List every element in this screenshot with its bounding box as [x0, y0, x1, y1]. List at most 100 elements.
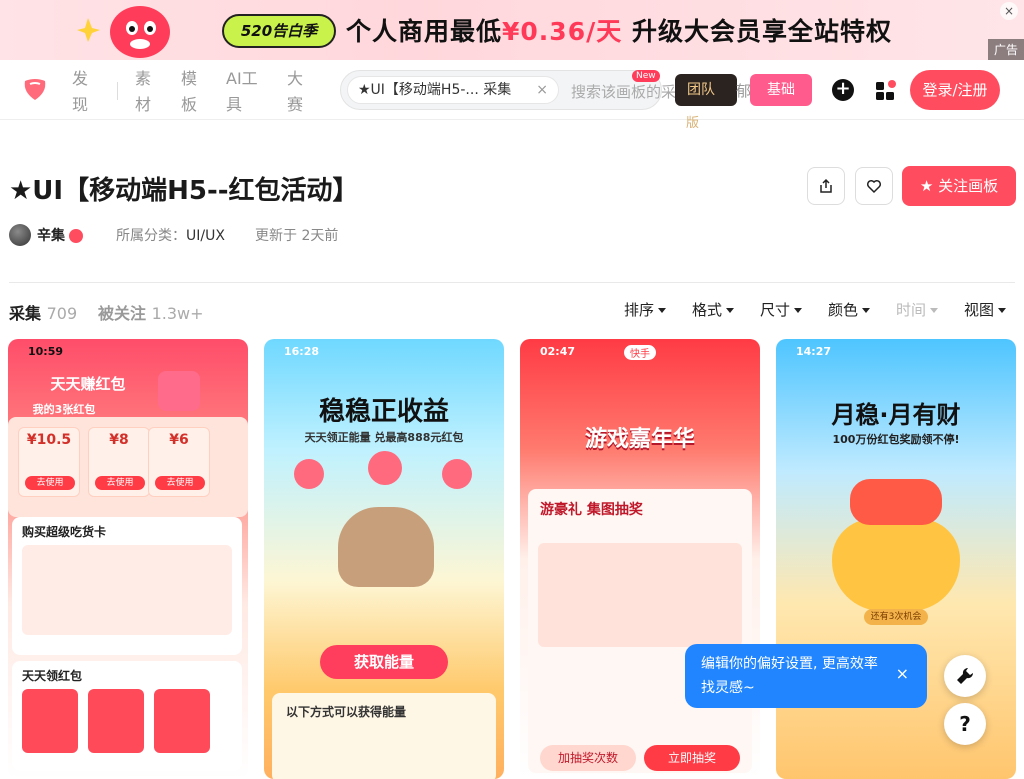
heart-icon	[866, 179, 882, 194]
filter-label: 视图	[964, 301, 995, 319]
search-input[interactable]: 搜索该画板的采集	[571, 81, 691, 102]
redpack-value: ¥8	[109, 432, 129, 448]
new-badge: New	[632, 70, 660, 82]
team-plan-suffix: 郁	[736, 82, 752, 100]
get-energy-button: 获取能量	[320, 645, 448, 679]
filter-color[interactable]: 颜色	[828, 299, 871, 320]
avatar[interactable]	[9, 224, 31, 246]
follow-label: 关注画板	[938, 177, 999, 195]
status-time: 16:28	[284, 345, 320, 358]
pin-card[interactable]: 02:47 快手 游戏嘉年华 游豪礼 集图抽奖 加抽奖次数 立即抽奖	[520, 339, 760, 779]
redpack-item: ¥8 去使用	[88, 427, 150, 497]
login-register-button[interactable]: 登录/注册	[910, 70, 1000, 110]
card-section-title: 以下方式可以获得能量	[286, 705, 407, 719]
pins-count: 709	[46, 304, 78, 323]
author-name[interactable]: 辛集	[37, 224, 65, 248]
apps-grid-icon[interactable]	[875, 79, 897, 101]
wrench-icon	[957, 667, 974, 684]
search-scope-label: ★UI【移动端H5-... 采集	[358, 82, 512, 98]
promo-banner[interactable]: 520告白季 个人商用最低¥0.36/天 升级大会员享全站特权 × 广告	[0, 0, 1024, 60]
filter-label: 颜色	[828, 301, 859, 319]
search-bar[interactable]: ★UI【移动端H5-... 采集 × 搜索该画板的采集 New	[340, 70, 691, 110]
status-time: 10:59	[28, 345, 64, 358]
nav-materials[interactable]: 素材	[135, 66, 159, 118]
banner-price: ¥0.36/天	[502, 17, 623, 46]
category-value[interactable]: UI/UX	[186, 224, 225, 248]
caret-down-icon	[930, 308, 939, 313]
pins-label: 采集	[9, 304, 42, 323]
pin-card[interactable]: 16:28 稳稳正收益 天天领正能量 兑最高888元红包 获取能量 以下方式可以…	[264, 339, 504, 779]
board-title: ★UI【移动端H5--红包活动】	[9, 176, 359, 206]
card-headline: 游戏嘉年华	[584, 427, 695, 452]
chip-close-icon[interactable]: ×	[536, 77, 548, 103]
team-plan-button[interactable]: 团队	[675, 74, 737, 106]
followers-count: 1.3w+	[151, 304, 204, 323]
task-bubble	[442, 459, 472, 489]
banner-close-icon[interactable]: ×	[1000, 2, 1018, 20]
caret-down-icon	[998, 308, 1007, 313]
filter-view[interactable]: 视图	[964, 299, 1007, 320]
puzzle-grid	[538, 543, 742, 647]
chances-badge: 还有3次机会	[864, 609, 928, 625]
updated-time: 更新于 2天前	[255, 228, 339, 244]
nav-ai-tools[interactable]: AI工具	[226, 66, 262, 118]
red-envelope-illustration	[158, 371, 200, 411]
share-button[interactable]	[807, 167, 845, 205]
filter-format[interactable]: 格式	[692, 299, 735, 320]
nav-contest[interactable]: 大赛	[287, 66, 311, 118]
banner-headline-pre: 个人商用最低	[346, 17, 503, 46]
banner-headline-post: 升级大会员享全站特权	[622, 17, 892, 46]
help-icon: ?	[959, 712, 971, 736]
filter-label: 格式	[692, 301, 723, 319]
tools-button[interactable]	[944, 655, 986, 697]
filter-sort[interactable]: 排序	[624, 299, 667, 320]
card-panel: 天天领红包	[12, 661, 242, 771]
logo-icon[interactable]	[22, 76, 48, 102]
filter-size[interactable]: 尺寸	[760, 299, 803, 320]
caret-down-icon	[726, 308, 735, 313]
card-section-title: 天天领红包	[22, 669, 83, 683]
followers-stat[interactable]: 被关注 1.3w+	[98, 300, 204, 324]
add-draws-button: 加抽奖次数	[540, 745, 636, 771]
basic-plan-button[interactable]: 基础	[750, 74, 812, 106]
section-divider	[9, 282, 1015, 283]
help-button[interactable]: ?	[944, 703, 986, 745]
redpack-item: ¥10.5 去使用	[18, 427, 80, 497]
pin-card[interactable]: 10:59 天天赚红包 我的3张红包 ¥10.5 去使用 ¥8 去使用 ¥6 去使用 …	[8, 339, 248, 779]
toast-close-icon[interactable]: ×	[896, 662, 909, 686]
card-section-title: 购买超级吃货卡	[22, 525, 107, 539]
mascot-illustration	[77, 6, 170, 58]
mascot-illustration	[338, 507, 434, 587]
follow-board-button[interactable]: ★ 关注画板	[902, 166, 1016, 206]
redpack-button: 去使用	[25, 476, 75, 490]
caret-down-icon	[658, 308, 667, 313]
card-panel: 购买超级吃货卡	[12, 517, 242, 655]
filter-time: 时间	[896, 299, 939, 320]
redpack-value: ¥10.5	[26, 432, 72, 448]
banner-headline: 个人商用最低¥0.36/天 升级大会员享全站特权	[346, 12, 892, 48]
search-scope-chip[interactable]: ★UI【移动端H5-... 采集 ×	[347, 76, 559, 104]
redpack-value: ¥6	[169, 432, 189, 448]
card-panel: ¥10.5 去使用 ¥8 去使用 ¥6 去使用	[8, 417, 248, 517]
gold-pot-illustration	[832, 519, 960, 611]
card-headline: 稳稳正收益	[318, 397, 449, 427]
card-headline: 月稳·月有财	[831, 401, 961, 429]
card-subtitle: 100万份红包奖励领不停!	[832, 433, 960, 446]
pins-stat[interactable]: 采集 709	[9, 300, 77, 324]
category-label: 所属分类：	[116, 228, 186, 244]
nav-discover[interactable]: 发现	[72, 66, 96, 118]
task-bubble	[368, 451, 402, 485]
redpack-tile	[154, 689, 210, 753]
filter-label: 排序	[624, 301, 655, 319]
nav-templates[interactable]: 模板	[181, 66, 205, 118]
preference-toast: 编辑你的偏好设置, 更高效率找灵感~ ×	[685, 644, 927, 708]
favorite-button[interactable]	[855, 167, 893, 205]
verified-icon	[69, 229, 83, 243]
ad-label: 广告	[987, 39, 1024, 60]
campaign-badge: 520告白季	[222, 14, 336, 48]
card-subtitle: 天天领正能量 兑最高888元红包	[304, 431, 464, 444]
create-plus-icon[interactable]: +	[832, 79, 854, 101]
share-icon	[820, 178, 832, 193]
redpack-item: ¥6 去使用	[148, 427, 210, 497]
status-time: 02:47	[540, 345, 576, 358]
